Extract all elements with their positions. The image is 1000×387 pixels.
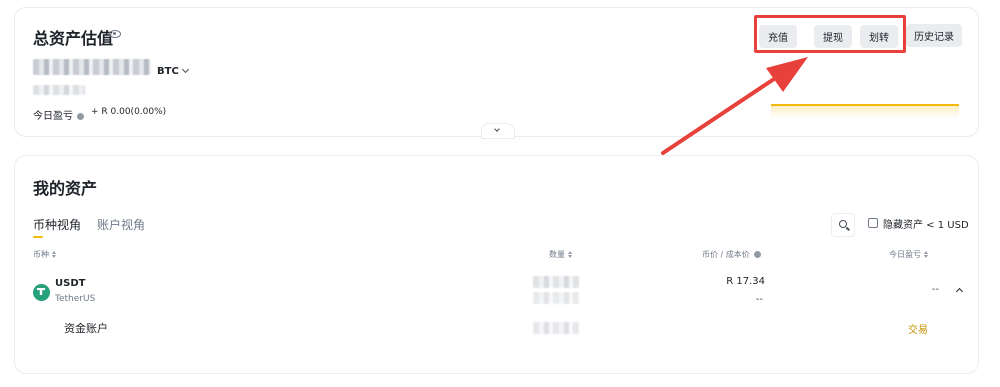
hide-small-label: 隐藏资产 < 1 USD xyxy=(883,220,969,231)
trade-link[interactable]: 交易 xyxy=(908,321,928,336)
unit-select[interactable]: BTC xyxy=(157,65,189,77)
row-today-pnl: -- xyxy=(931,284,939,295)
usdt-coin-icon xyxy=(33,284,50,301)
expand-toggle[interactable] xyxy=(481,123,515,139)
pnl-trend-bar xyxy=(771,104,959,118)
col-header-today-pnl[interactable]: 今日盈亏 xyxy=(889,249,928,260)
balance-value-blurred xyxy=(33,59,151,75)
col-header-coin[interactable]: 币种 xyxy=(33,249,56,260)
tab-coin-view[interactable]: 币种视角 xyxy=(33,216,81,233)
hide-small-checkbox[interactable] xyxy=(868,218,878,228)
annotation-highlight-box xyxy=(754,15,906,53)
info-icon[interactable] xyxy=(77,112,84,120)
my-assets-title: 我的资产 xyxy=(33,179,98,198)
sort-icon xyxy=(568,251,572,258)
amount-blurred xyxy=(533,276,579,288)
info-icon[interactable] xyxy=(753,251,761,258)
sub-account-label: 资金账户 xyxy=(64,322,108,335)
coin-symbol: USDT xyxy=(55,278,86,289)
search-button[interactable] xyxy=(831,213,855,237)
amount-sub-blurred xyxy=(533,292,579,304)
tab-account-view[interactable]: 账户视角 xyxy=(97,216,145,233)
col-header-amount[interactable]: 数量 xyxy=(549,249,572,260)
sub-amount-blurred xyxy=(533,322,579,334)
cost-price: -- xyxy=(755,294,763,305)
coin-price: R 17.34 xyxy=(726,276,765,287)
chevron-down-icon xyxy=(181,65,189,74)
chevron-up-icon[interactable] xyxy=(955,287,964,296)
today-pnl-label: 今日盈亏 xyxy=(33,107,88,122)
my-assets-card: 我的资产 币种视角 账户视角 隐藏资产 < 1 USD 币种 数量 币价 / 成… xyxy=(14,155,979,374)
unit-select-label: BTC xyxy=(157,66,179,77)
col-header-price: 币价 / 成本价 xyxy=(702,249,765,260)
sort-icon xyxy=(52,251,56,258)
total-assets-title: 总资产估值 xyxy=(33,29,114,48)
coin-name: TetherUS xyxy=(55,294,96,304)
chevron-down-icon xyxy=(494,126,500,132)
history-button[interactable]: 历史记录 xyxy=(906,24,962,47)
fiat-value-blurred xyxy=(33,85,85,95)
sort-icon xyxy=(924,251,928,258)
eye-icon[interactable] xyxy=(109,30,121,38)
active-tab-indicator xyxy=(33,236,43,238)
today-pnl-value: + R 0.00(0.00%) xyxy=(91,107,167,117)
